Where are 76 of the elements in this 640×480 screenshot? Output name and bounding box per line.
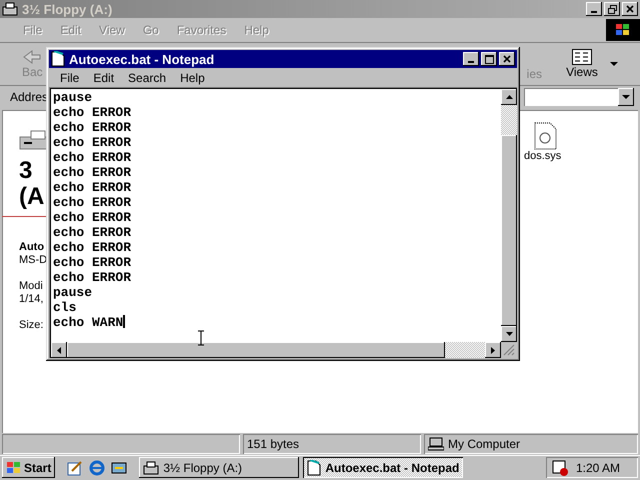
- window-title: Autoexec.bat - Notepad: [69, 52, 216, 66]
- status-zone: My Computer: [448, 437, 520, 451]
- taskbar-button[interactable]: 3½ Floppy (A:): [139, 457, 300, 478]
- text-line: echo ERROR: [53, 150, 132, 165]
- pencil-icon[interactable]: [67, 460, 84, 476]
- maximize-icon: [484, 54, 494, 64]
- text-line: echo ERROR: [53, 180, 132, 195]
- back-arrow-icon: [22, 49, 42, 65]
- scroll-up-button[interactable]: [501, 89, 517, 105]
- folder-title: (A: [19, 184, 44, 210]
- restore-icon: [608, 4, 616, 14]
- windows-logo-icon: [606, 19, 640, 41]
- start-button[interactable]: Start: [2, 457, 56, 478]
- computer-icon: [428, 437, 444, 451]
- clock: 1:20 AM: [576, 460, 620, 474]
- text-line: echo ERROR: [53, 105, 132, 120]
- text-cursor-icon: [197, 330, 205, 346]
- up-arrow-icon: [506, 95, 512, 99]
- text-line: pause: [53, 285, 92, 300]
- browser-icon[interactable]: [89, 460, 106, 476]
- close-icon: [503, 55, 511, 63]
- text-line: echo ERROR: [53, 195, 132, 210]
- system-file-icon[interactable]: [534, 122, 558, 150]
- scrollbar-thumb[interactable]: [501, 135, 517, 326]
- text-line: echo ERROR: [53, 255, 132, 270]
- address-field[interactable]: [524, 88, 634, 106]
- minimize-button[interactable]: [463, 52, 479, 66]
- text-line: echo ERROR: [53, 135, 132, 150]
- menu-item[interactable]: File: [53, 70, 86, 84]
- scroll-left-button[interactable]: [51, 342, 67, 358]
- menu-item[interactable]: Search: [121, 70, 174, 84]
- menu-item[interactable]: Edit: [86, 70, 122, 84]
- text-line: pause: [53, 90, 92, 105]
- notepad-icon: [307, 460, 322, 476]
- close-icon: [626, 5, 634, 13]
- text-line: echo ERROR: [53, 240, 132, 255]
- file-type: MS-D: [19, 254, 48, 267]
- maximize-button[interactable]: [481, 52, 497, 66]
- taskbar-button[interactable]: Autoexec.bat - Notepad: [303, 457, 464, 478]
- text-caret: [123, 315, 126, 328]
- resize-grip-icon[interactable]: [501, 342, 515, 356]
- views-button[interactable]: Views: [566, 65, 598, 79]
- text-line: echo ERROR: [53, 270, 132, 285]
- scroll-right-button[interactable]: [485, 342, 501, 358]
- status-size: 151 bytes: [243, 434, 421, 454]
- right-arrow-icon: [491, 346, 495, 354]
- windows-logo-icon: [6, 460, 22, 474]
- text-line: echo ERROR: [53, 210, 132, 225]
- address-label: Addres: [10, 90, 48, 104]
- file-label[interactable]: dos.sys: [524, 150, 562, 162]
- modified-date: 1/14,: [19, 293, 44, 306]
- scrollbar-thumb[interactable]: [67, 342, 445, 358]
- text-line: echo ERROR: [53, 120, 132, 135]
- close-button[interactable]: [622, 2, 638, 16]
- scroll-down-button[interactable]: [501, 326, 517, 342]
- window-title: 3½ Floppy (A:): [22, 2, 114, 16]
- menu-item[interactable]: Help: [173, 70, 212, 84]
- text-line: echo ERROR: [53, 225, 132, 240]
- folder-title: 3: [19, 158, 32, 184]
- left-arrow-icon: [57, 346, 61, 354]
- views-icon: [572, 49, 592, 65]
- text-line: echo WARN: [53, 315, 126, 330]
- drive-icon: [143, 460, 160, 474]
- close-button[interactable]: [499, 52, 515, 66]
- file-name: Auto: [19, 241, 44, 254]
- size-label: Size:: [19, 319, 44, 332]
- minimize-button[interactable]: [586, 2, 602, 16]
- dropdown-arrow-icon[interactable]: [610, 62, 618, 66]
- text-line: echo ERROR: [53, 165, 132, 180]
- modified-label: Modi: [19, 280, 43, 293]
- drive-icon: [2, 2, 18, 16]
- text-line: cls: [53, 300, 76, 315]
- notepad-icon: [51, 51, 65, 67]
- down-arrow-icon: [506, 332, 512, 336]
- restore-button[interactable]: [604, 2, 620, 16]
- dropdown-arrow-icon[interactable]: [622, 94, 630, 100]
